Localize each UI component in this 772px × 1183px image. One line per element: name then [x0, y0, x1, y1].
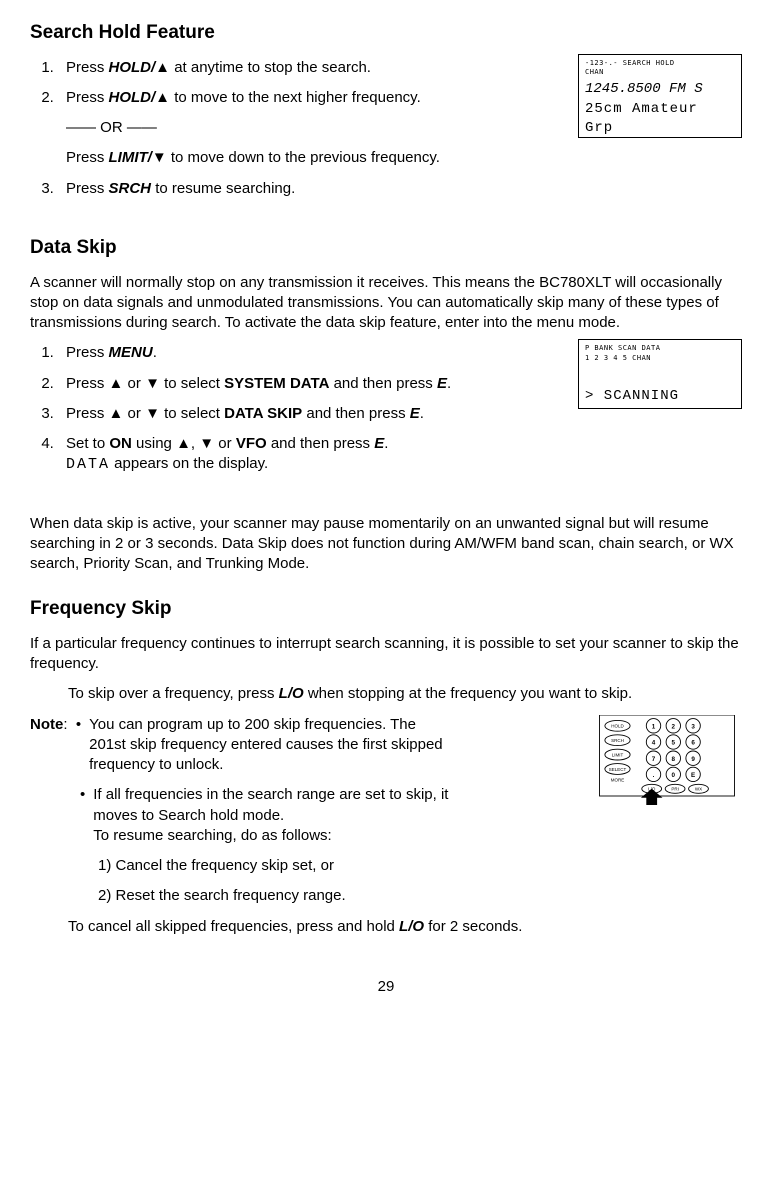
svg-text:HOLD: HOLD [611, 723, 624, 728]
freq-skip-instruction: To skip over a frequency, press L/O when… [68, 684, 648, 704]
step: Press SRCH to resume searching. [58, 179, 742, 199]
lcd-figure-2: P BANK SCAN DATA 1 2 3 4 5 CHAN > SCANNI… [578, 339, 742, 409]
lcd-figure-1: -123-.- SEARCH HOLD CHAN 1245.8500 FM S … [578, 54, 742, 138]
svg-text:8: 8 [672, 756, 676, 763]
svg-text:LIMIT: LIMIT [612, 752, 624, 757]
sub-step-1: 1) Cancel the frequency skip set, or [98, 856, 742, 876]
cancel-instruction: To cancel all skipped frequencies, press… [68, 917, 742, 937]
step: Set to ON using ▲, ▼ or VFO and then pre… [58, 434, 742, 476]
svg-text:4: 4 [652, 739, 656, 746]
svg-text:3: 3 [691, 723, 695, 730]
svg-text:7: 7 [652, 756, 656, 763]
svg-text:6: 6 [691, 739, 695, 746]
svg-text:.: . [653, 772, 655, 779]
note-bullet-1: You can program up to 200 skip frequenci… [89, 715, 449, 776]
svg-text:WX: WX [695, 786, 702, 791]
data-skip-note: When data skip is active, your scanner m… [30, 514, 742, 575]
svg-text:PRI: PRI [671, 786, 679, 791]
sub-step-2: 2) Reset the search frequency range. [98, 886, 742, 906]
svg-text:SRCH: SRCH [611, 738, 624, 743]
freq-skip-intro: If a particular frequency continues to i… [30, 634, 742, 675]
keypad-figure: HOLD SRCH LIMIT SELECT MORE 1 2 3 4 5 6 … [592, 715, 742, 805]
svg-text:MORE: MORE [611, 777, 625, 782]
heading-data-skip: Data Skip [30, 235, 742, 261]
heading-search-hold: Search Hold Feature [30, 20, 742, 46]
svg-text:2: 2 [672, 723, 676, 730]
svg-text:E: E [691, 772, 695, 779]
heading-frequency-skip: Frequency Skip [30, 596, 742, 622]
svg-text:5: 5 [672, 739, 676, 746]
svg-text:0: 0 [672, 772, 676, 779]
svg-text:1: 1 [652, 723, 656, 730]
note-bullet-2: • If all frequencies in the search range… [80, 785, 582, 846]
page-number: 29 [30, 977, 742, 997]
data-skip-intro: A scanner will normally stop on any tran… [30, 273, 742, 334]
svg-text:9: 9 [691, 756, 695, 763]
svg-text:SELECT: SELECT [609, 766, 627, 771]
note-row: Note: • You can program up to 200 skip f… [30, 715, 582, 776]
